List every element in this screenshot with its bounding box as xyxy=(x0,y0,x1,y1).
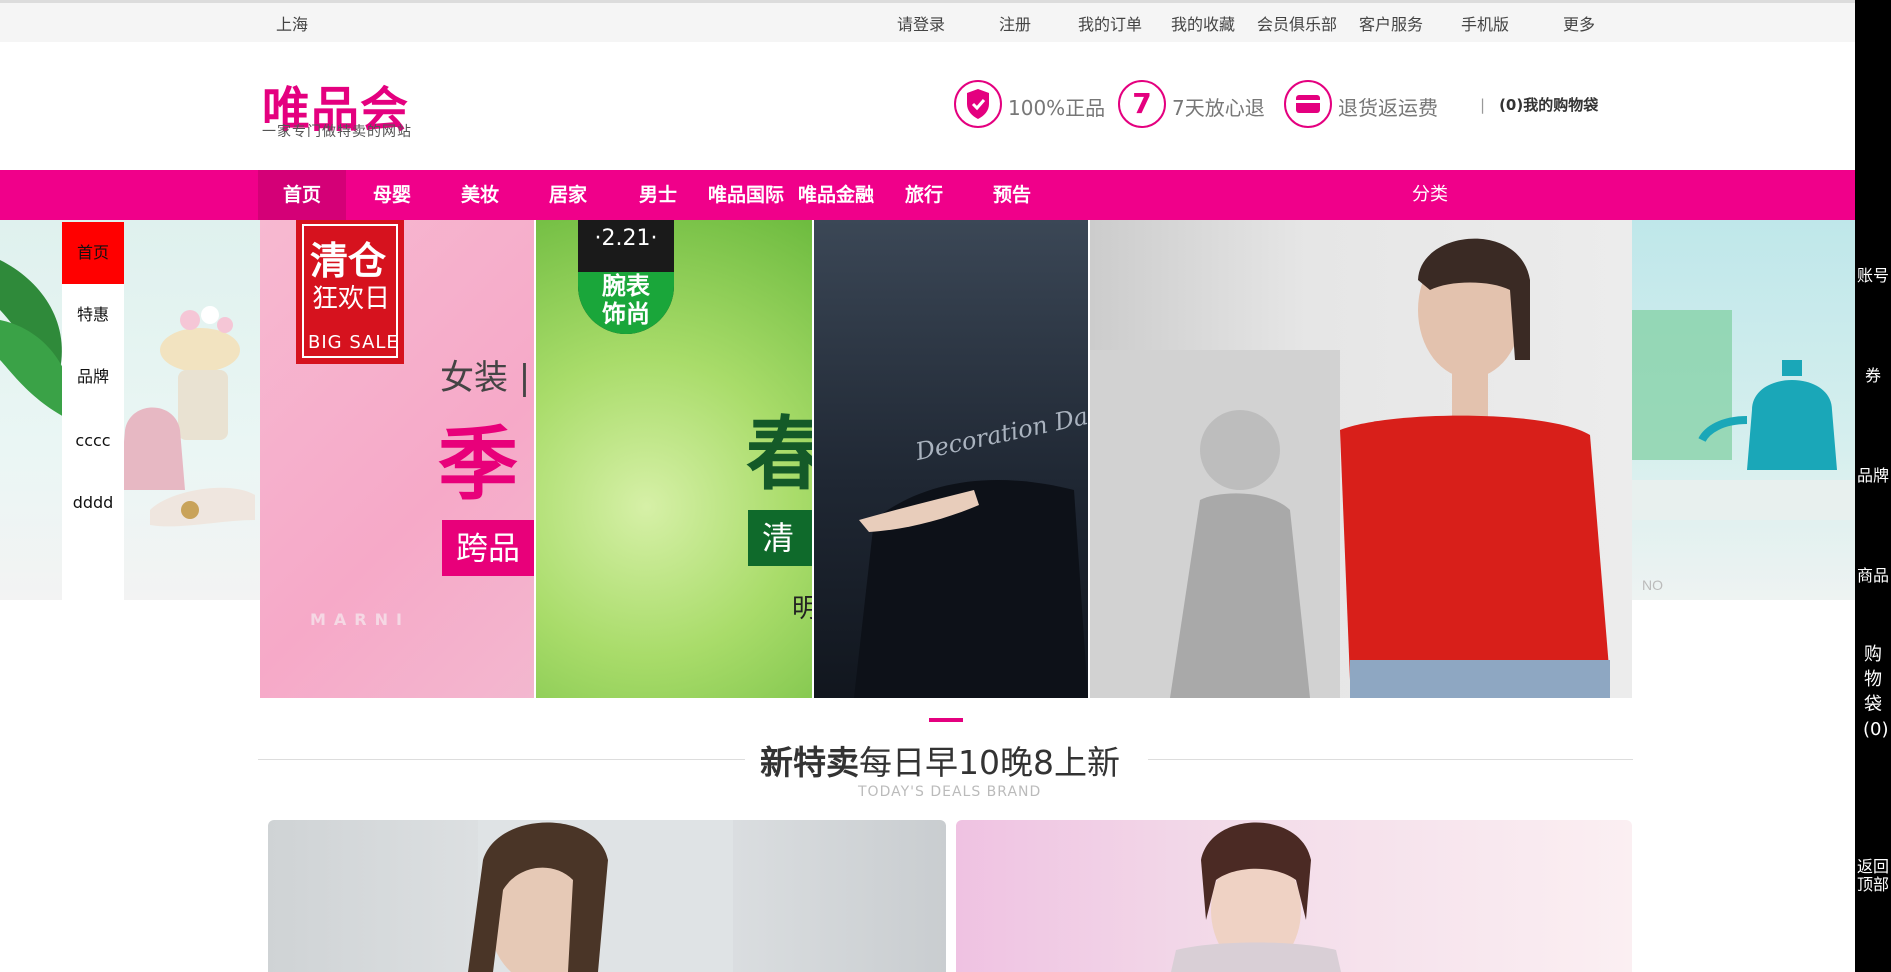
nav-international[interactable]: 唯品国际 xyxy=(700,170,792,220)
nav-home[interactable]: 首页 xyxy=(258,170,346,220)
model-figure-dark xyxy=(854,480,1088,698)
nav-category[interactable]: 分类 xyxy=(1390,170,1470,220)
badge-seven-day: 7 7天放心退 xyxy=(1118,80,1265,132)
right-products[interactable]: 商品 xyxy=(1855,566,1891,586)
left-menu-dddd[interactable]: dddd xyxy=(62,472,124,534)
banner-cta-button: 跨品 xyxy=(442,520,534,576)
left-float-menu: 首页 特惠 品牌 cccc dddd xyxy=(62,222,124,600)
section-title-bold: 新特卖 xyxy=(760,743,859,782)
side-right-text: NO xyxy=(1642,577,1663,593)
clearance-badge: 清仓 狂欢日 BIG SALE xyxy=(296,220,404,364)
badge-refund: 退货返运费 xyxy=(1284,80,1438,132)
banner-panel-decoration[interactable]: Decoration Da xyxy=(814,220,1088,698)
right-shopping-bag[interactable]: 购物袋(0) xyxy=(1855,642,1891,742)
deal-card[interactable] xyxy=(268,820,946,972)
mobile-link[interactable]: 手机版 xyxy=(1461,11,1509,35)
left-menu-deals[interactable]: 特惠 xyxy=(62,284,124,346)
more-link[interactable]: 更多 xyxy=(1563,11,1595,35)
nav-beauty[interactable]: 美妆 xyxy=(440,170,520,220)
site-slogan: 一家专门做特卖的网站 xyxy=(262,124,412,140)
nav-home-living[interactable]: 居家 xyxy=(528,170,608,220)
badge-authentic-text: 100%正品 xyxy=(1008,96,1106,120)
nav-finance[interactable]: 唯品金融 xyxy=(790,170,882,220)
deal-card-image xyxy=(468,820,733,972)
register-link[interactable]: 注册 xyxy=(999,11,1031,35)
section-accent-bar xyxy=(929,718,963,722)
section-subtitle: TODAY'S DEALS BRAND xyxy=(858,784,1042,800)
badge-refund-text: 退货返运费 xyxy=(1338,96,1438,120)
section-divider-right xyxy=(1148,759,1633,760)
watches-tag: ·2.21· 腕表饰尚 xyxy=(578,220,674,334)
nav-men[interactable]: 男士 xyxy=(618,170,698,220)
main-nav: 首页 母婴 美妆 居家 男士 唯品国际 唯品金融 旅行 预告 分类 xyxy=(0,170,1855,220)
card-refund-icon xyxy=(1284,80,1332,128)
section-title: 新特卖每日早10晚8上新 xyxy=(760,736,1120,784)
deal-card-image xyxy=(1171,822,1341,972)
banner-side-right: NO xyxy=(1632,220,1855,600)
right-back-to-top[interactable]: 返回顶部 xyxy=(1855,858,1891,894)
banner-panel-watches[interactable]: ·2.21· 腕表饰尚 春 清 明 xyxy=(536,220,812,698)
model-figure-red xyxy=(1090,238,1610,698)
section-divider-left xyxy=(258,759,745,760)
banner-side-left xyxy=(0,220,260,600)
badge-authentic: 100%正品 xyxy=(954,80,1106,132)
teapot-decoration-right: NO xyxy=(1632,310,1855,593)
shopping-bag-link[interactable]: | (0)我的购物袋 xyxy=(1480,94,1598,115)
left-menu-cccc[interactable]: cccc xyxy=(62,410,124,472)
plant-decoration-left xyxy=(0,260,255,527)
section-title-rest: 每日早10晚8上新 xyxy=(859,743,1120,782)
seven-day-icon: 7 xyxy=(1118,80,1166,128)
my-favorites-link[interactable]: 我的收藏 xyxy=(1171,11,1235,35)
deal-card[interactable] xyxy=(956,820,1632,972)
header: 唯品会 一家专门做特卖的网站 100%正品 7 7天放心退 退货返运费 | (0)… xyxy=(0,42,1855,170)
login-link[interactable]: 请登录 xyxy=(897,11,945,35)
cart-separator: | xyxy=(1480,96,1486,114)
right-toolbar: 账号 券 品牌 商品 购物袋(0) 返回顶部 xyxy=(1855,0,1891,972)
left-menu-home[interactable]: 首页 xyxy=(62,222,124,284)
left-menu-brands[interactable]: 品牌 xyxy=(62,346,124,408)
my-orders-link[interactable]: 我的订单 xyxy=(1078,11,1142,35)
customer-service-link[interactable]: 客户服务 xyxy=(1359,11,1423,35)
nav-travel[interactable]: 旅行 xyxy=(884,170,964,220)
shopping-bag-label: (0)我的购物袋 xyxy=(1499,96,1599,114)
member-club-link[interactable]: 会员俱乐部 xyxy=(1257,11,1337,35)
nav-preview[interactable]: 预告 xyxy=(972,170,1052,220)
badge-seven-day-text: 7天放心退 xyxy=(1172,96,1265,120)
shield-check-icon xyxy=(954,80,1002,128)
city-selector[interactable]: 上海 xyxy=(276,11,308,35)
right-account[interactable]: 账号 xyxy=(1855,266,1891,286)
top-utility-bar: 上海 请登录 注册 我的订单 我的收藏 会员俱乐部 客户服务 手机版 更多 xyxy=(0,0,1855,42)
banner-panel-clearance[interactable]: 清仓 狂欢日 BIG SALE 女装 | 季 跨品 MARNI xyxy=(260,220,534,698)
right-coupon[interactable]: 券 xyxy=(1855,366,1891,386)
nav-baby[interactable]: 母婴 xyxy=(352,170,432,220)
banner-panel-fashion[interactable] xyxy=(1090,220,1632,698)
right-brands[interactable]: 品牌 xyxy=(1855,466,1891,486)
